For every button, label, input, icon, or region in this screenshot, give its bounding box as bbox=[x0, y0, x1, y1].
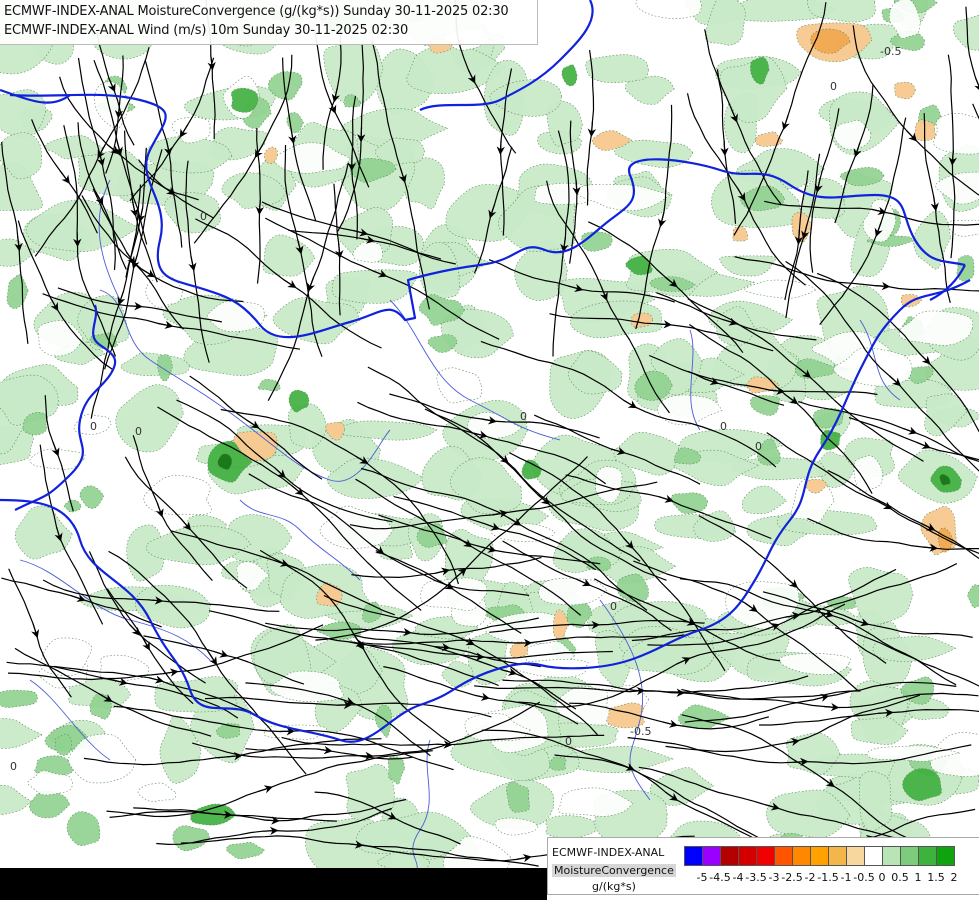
legend-swatch bbox=[864, 846, 883, 866]
convergence-patch bbox=[858, 770, 892, 832]
legend-swatch bbox=[882, 846, 901, 866]
wind-arrow bbox=[656, 320, 673, 329]
contour-label: 0 bbox=[720, 420, 727, 433]
legend-swatch bbox=[738, 846, 757, 866]
legend-swatch bbox=[720, 846, 739, 866]
legend-swatch bbox=[792, 846, 811, 866]
contour-label: 0 bbox=[135, 425, 142, 438]
wind-title: ECMWF-INDEX-ANAL Wind (m/s) 10m Sunday 3… bbox=[4, 23, 409, 38]
contour-label: 0 bbox=[565, 735, 572, 748]
wind-arrow bbox=[793, 757, 809, 767]
contour-label: 0 bbox=[520, 410, 527, 423]
legend-tick: -4 bbox=[732, 871, 744, 884]
map-canvas[interactable]: 00000000000-0.5-0.5 bbox=[0, 0, 979, 900]
convergence-patch bbox=[933, 112, 979, 155]
legend-tick: -1.5 bbox=[817, 871, 839, 884]
wind-arrow bbox=[496, 139, 505, 155]
contour-label: 0 bbox=[10, 760, 17, 773]
legend-tick: 0 bbox=[878, 871, 886, 884]
legend-tick: 1.5 bbox=[927, 871, 945, 884]
legend-tick: 2 bbox=[950, 871, 958, 884]
map-title-box: ECMWF-INDEX-ANAL MoistureConvergence (g/… bbox=[0, 0, 538, 45]
wind-arrow bbox=[720, 140, 729, 157]
legend-swatch bbox=[828, 846, 847, 866]
legend-swatch bbox=[756, 846, 775, 866]
convergence-patch bbox=[154, 676, 239, 713]
legend-tick: -4.5 bbox=[709, 871, 731, 884]
contour-label: -0.5 bbox=[630, 725, 651, 738]
legend-tick: -3.5 bbox=[745, 871, 767, 884]
color-legend: ECMWF-INDEX-ANAL MoistureConvergence g/(… bbox=[547, 837, 979, 895]
moisture-convergence-title: ECMWF-INDEX-ANAL MoistureConvergence (g/… bbox=[4, 4, 509, 19]
legend-tick: -3 bbox=[768, 871, 780, 884]
legend-tick: -5 bbox=[696, 871, 708, 884]
legend-swatch bbox=[774, 846, 793, 866]
legend-tick: 1 bbox=[914, 871, 922, 884]
contour-label: 0 bbox=[830, 80, 837, 93]
convergence-patch bbox=[894, 81, 916, 100]
legend-swatch bbox=[900, 846, 919, 866]
wind-arrow bbox=[127, 301, 143, 311]
wind-arrow bbox=[263, 826, 279, 836]
convergence-patch bbox=[420, 577, 488, 611]
wind-arrow bbox=[584, 620, 601, 630]
convergence-patch bbox=[585, 54, 649, 84]
wind-arrow bbox=[878, 708, 894, 718]
legend-color-scale bbox=[684, 846, 955, 866]
legend-swatch bbox=[846, 846, 865, 866]
contour-label: 0 bbox=[200, 210, 207, 223]
legend-tick: 0.5 bbox=[891, 871, 909, 884]
wind-arrow bbox=[255, 199, 265, 216]
legend-unit-label: g/(kg*s) bbox=[592, 880, 636, 893]
legend-swatch bbox=[684, 846, 703, 866]
contour-label: 0 bbox=[755, 440, 762, 453]
legend-tick: -2 bbox=[804, 871, 816, 884]
legend-tick: -2.5 bbox=[781, 871, 803, 884]
legend-swatch bbox=[702, 846, 721, 866]
contour-label: 0 bbox=[610, 600, 617, 613]
wind-arrow bbox=[264, 816, 280, 825]
legend-tick: -0.5 bbox=[853, 871, 875, 884]
legend-swatch bbox=[936, 846, 955, 866]
legend-model-label: ECMWF-INDEX-ANAL bbox=[552, 846, 665, 859]
wind-arrow bbox=[874, 281, 891, 291]
wind-arrow bbox=[794, 229, 804, 245]
legend-tick-labels: -5 -4.5 -4 -3.5 -3 -2.5 -2 -1.5 -1 -0.5 0 0.5 1 1.5 2 bbox=[684, 871, 974, 885]
map-bottom-strip bbox=[0, 868, 547, 900]
legend-swatch bbox=[918, 846, 937, 866]
contour-label: -0.5 bbox=[880, 45, 901, 58]
contour-label: 0 bbox=[90, 420, 97, 433]
legend-tick: -1 bbox=[840, 871, 852, 884]
convergence-patch bbox=[956, 255, 975, 282]
legend-parameter-label: MoistureConvergence bbox=[552, 864, 676, 877]
legend-swatch bbox=[810, 846, 829, 866]
